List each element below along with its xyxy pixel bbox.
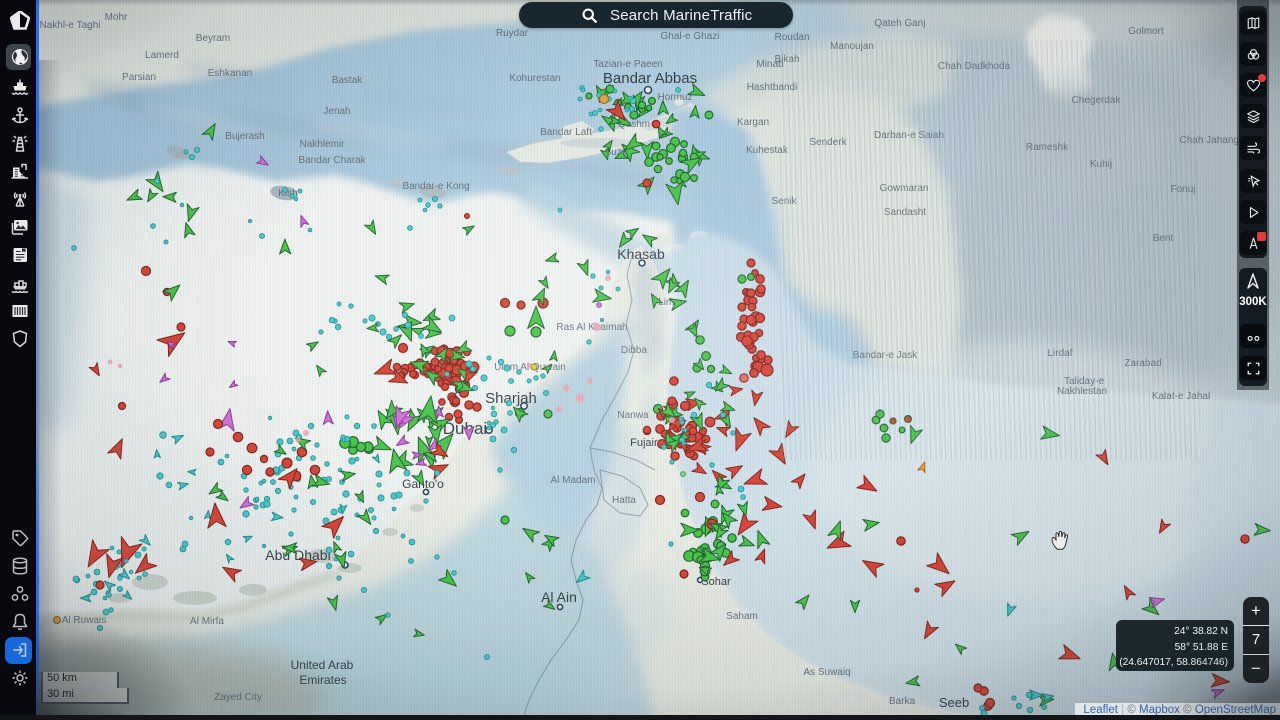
svg-text:Fonuj: Fonuj xyxy=(1170,184,1195,195)
svg-text:Senderk: Senderk xyxy=(809,137,847,148)
svg-text:As Suwaiq: As Suwaiq xyxy=(803,667,850,678)
svg-text:Eshkanan: Eshkanan xyxy=(208,68,252,79)
svg-text:Parsian: Parsian xyxy=(122,72,156,83)
svg-text:Beyram: Beyram xyxy=(196,33,230,44)
svg-text:Bandar Laft: Bandar Laft xyxy=(540,127,592,138)
svg-text:Ras Al Khaimah: Ras Al Khaimah xyxy=(556,322,627,333)
svg-text:Lamerd: Lamerd xyxy=(145,50,179,61)
svg-text:Rameshk: Rameshk xyxy=(1026,142,1069,153)
svg-text:Al Ruwais: Al Ruwais xyxy=(62,615,106,626)
svg-text:Tazian-e Paeen: Tazian-e Paeen xyxy=(593,59,663,70)
svg-text:Kuhij: Kuhij xyxy=(1090,159,1112,170)
svg-text:Kalat-e Jahal: Kalat-e Jahal xyxy=(1152,391,1210,402)
svg-text:Nakhl-e Taghi: Nakhl-e Taghi xyxy=(40,20,101,31)
svg-text:Qateh Ganj: Qateh Ganj xyxy=(874,18,925,29)
svg-text:Al Ain: Al Ain xyxy=(541,589,577,605)
svg-text:Golmort: Golmort xyxy=(1128,26,1164,37)
svg-text:Bujerash: Bujerash xyxy=(225,131,264,142)
svg-text:Kohurestan: Kohurestan xyxy=(509,73,560,84)
svg-text:Seeb: Seeb xyxy=(939,695,969,710)
svg-text:Nakhlemir: Nakhlemir xyxy=(299,139,345,150)
svg-text:Bent: Bent xyxy=(1153,233,1174,244)
svg-text:Al Madam: Al Madam xyxy=(550,475,595,486)
svg-text:Zarabad: Zarabad xyxy=(1124,358,1161,369)
svg-text:Lirdaf: Lirdaf xyxy=(1047,348,1072,359)
svg-text:Hashtbandi: Hashtbandi xyxy=(747,82,798,93)
svg-text:Abu Dhabi: Abu Dhabi xyxy=(265,547,330,563)
svg-text:Kuhestak: Kuhestak xyxy=(746,145,789,156)
svg-text:United Arab: United Arab xyxy=(291,658,354,672)
svg-text:Manoujan: Manoujan xyxy=(830,41,874,52)
svg-text:Darban-e Saiah: Darban-e Saiah xyxy=(874,130,944,141)
svg-text:Mohr: Mohr xyxy=(105,12,128,23)
svg-text:Sandasht: Sandasht xyxy=(884,207,926,218)
svg-text:Ruydar: Ruydar xyxy=(496,28,529,39)
svg-text:Senik: Senik xyxy=(771,196,797,207)
svg-text:Bandar Charak: Bandar Charak xyxy=(298,155,366,166)
svg-text:Emirates: Emirates xyxy=(299,673,346,687)
svg-text:Nanwa: Nanwa xyxy=(617,410,649,421)
svg-text:Roudan: Roudan xyxy=(774,32,809,43)
svg-text:Gowmaran: Gowmaran xyxy=(880,183,929,194)
svg-text:Chah Dadkhoda: Chah Dadkhoda xyxy=(938,61,1011,72)
svg-text:Dibba: Dibba xyxy=(621,345,648,356)
svg-text:Chegerdak: Chegerdak xyxy=(1072,95,1122,106)
svg-text:Ghal-e Ghazi: Ghal-e Ghazi xyxy=(661,31,720,42)
svg-text:Bastak: Bastak xyxy=(332,75,364,86)
svg-text:Chah Jahangir: Chah Jahangir xyxy=(1179,135,1245,146)
svg-text:Minab: Minab xyxy=(756,59,784,70)
svg-text:Hatta: Hatta xyxy=(612,495,636,506)
svg-text:Bandar Abbas: Bandar Abbas xyxy=(603,70,697,87)
svg-text:Bandar-e Jask: Bandar-e Jask xyxy=(853,350,918,361)
svg-text:Al Mirfa: Al Mirfa xyxy=(190,616,224,627)
svg-text:Zayed City: Zayed City xyxy=(214,692,262,703)
svg-text:Nakhlestan: Nakhlestan xyxy=(1057,386,1107,397)
svg-text:Barka: Barka xyxy=(889,696,916,707)
svg-text:Jenah: Jenah xyxy=(323,106,350,117)
svg-text:Saham: Saham xyxy=(726,611,758,622)
svg-text:Bandar-e Kong: Bandar-e Kong xyxy=(402,181,469,192)
svg-text:Kargan: Kargan xyxy=(737,117,769,128)
